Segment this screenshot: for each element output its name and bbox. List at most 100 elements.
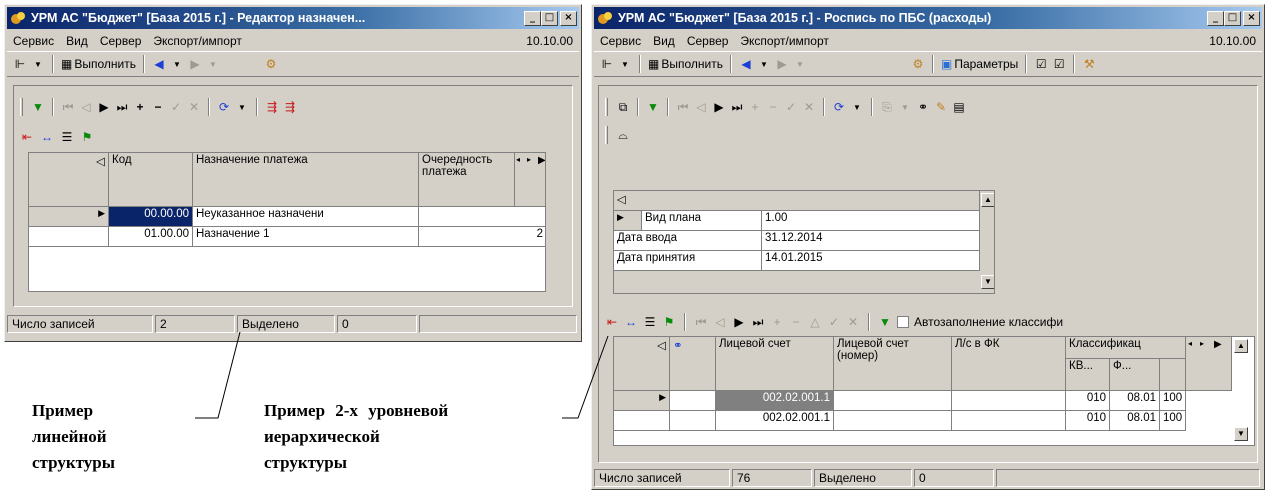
table-cell-fk-account[interactable]	[952, 411, 1066, 431]
row-indicator[interactable]: ▶	[29, 207, 109, 227]
scroll-right-icon[interactable]: ▸	[1200, 339, 1204, 348]
delete-record-icon[interactable]: −	[151, 98, 165, 116]
table-cell-account-number[interactable]	[834, 411, 952, 431]
back-icon[interactable]: ◀	[152, 55, 166, 73]
next-record-icon[interactable]: ▶	[712, 98, 726, 116]
form-value-plan-type[interactable]: 1.00	[762, 211, 980, 231]
column-header-code[interactable]: Код	[109, 153, 193, 207]
dropdown-icon[interactable]: ▼	[170, 55, 184, 73]
dropdown-icon[interactable]: ▼	[31, 55, 45, 73]
table-cell-account[interactable]: 002.02.001.1	[716, 411, 834, 431]
table-cell-account[interactable]: 002.02.001.1	[716, 391, 834, 411]
insert-icon[interactable]: ⇤	[20, 128, 34, 146]
column-header-classification[interactable]: Классификац	[1066, 337, 1186, 359]
column-header-priority[interactable]: Очередность платежа	[419, 153, 515, 207]
add-record-icon[interactable]: +	[770, 313, 784, 331]
cancel-icon[interactable]: ✕	[846, 313, 860, 331]
link-column-header[interactable]: ⚭	[670, 337, 716, 391]
check-all-icon[interactable]: ☑	[1052, 55, 1066, 73]
filter-icon[interactable]: ▼	[31, 98, 45, 116]
cancel-icon[interactable]: ✕	[802, 98, 816, 116]
insert-icon[interactable]: ⇤	[605, 313, 619, 331]
row-indicator[interactable]	[614, 411, 670, 431]
first-record-icon[interactable]: ⏮	[694, 313, 708, 331]
table-cell-extra[interactable]: 100	[1160, 391, 1186, 411]
close-button[interactable]: ×	[1243, 10, 1260, 26]
minimize-button[interactable]: _	[524, 10, 541, 26]
confirm-icon[interactable]: ✓	[169, 98, 183, 116]
scroll-left-icon[interactable]: ◂	[516, 155, 520, 164]
check-icon[interactable]: ☑	[1034, 55, 1048, 73]
filter-icon[interactable]: ▼	[646, 98, 660, 116]
table-cell-f[interactable]: 08.01	[1110, 411, 1160, 431]
document-icon[interactable]: ⎘	[880, 98, 894, 116]
list-icon[interactable]: ☰	[643, 313, 657, 331]
dropdown-icon[interactable]: ▼	[235, 98, 249, 116]
run-button[interactable]: ▦ Выполнить	[61, 57, 136, 71]
autofill-checkbox[interactable]	[897, 316, 909, 328]
prev-record-icon[interactable]: ◁	[713, 313, 727, 331]
right-titlebar[interactable]: УРМ АС "Бюджет" [База 2015 г.] - Роспись…	[594, 7, 1262, 29]
add-record-icon[interactable]: +	[748, 98, 762, 116]
maximize-button[interactable]: □	[541, 10, 558, 26]
confirm-icon[interactable]: ✓	[784, 98, 798, 116]
dropdown-icon[interactable]: ▼	[793, 55, 807, 73]
maximize-button[interactable]: □	[1224, 10, 1241, 26]
prev-record-icon[interactable]: ◁	[79, 98, 93, 116]
next-record-icon[interactable]: ▶	[97, 98, 111, 116]
table-cell-code[interactable]: 01.00.00	[109, 227, 193, 247]
delete-record-icon[interactable]: −	[766, 98, 780, 116]
tree-icon[interactable]: ⊩	[600, 55, 614, 73]
left-titlebar[interactable]: УРМ АС "Бюджет" [База 2015 г.] - Редакто…	[7, 7, 579, 29]
tree-icon[interactable]: ⊩	[13, 55, 27, 73]
menu-service[interactable]: Сервис	[594, 34, 647, 48]
row-indicator[interactable]: ▶	[614, 391, 670, 411]
form-scroll-down[interactable]: ▼	[981, 275, 994, 289]
confirm-icon[interactable]: ✓	[827, 313, 841, 331]
sub-header-f[interactable]: Ф...	[1110, 359, 1160, 391]
close-button[interactable]: ×	[560, 10, 577, 26]
add-record-icon[interactable]: +	[133, 98, 147, 116]
next-record-icon[interactable]: ▶	[732, 313, 746, 331]
form-value-entry-date[interactable]: 31.12.2014	[762, 231, 980, 251]
prev-record-icon[interactable]: ◁	[694, 98, 708, 116]
table-cell-account-number[interactable]	[834, 391, 952, 411]
export-icon[interactable]: ⇶	[265, 98, 279, 116]
parameters-button[interactable]: ▣ Параметры	[941, 57, 1018, 71]
refresh-icon[interactable]: ⟳	[217, 98, 231, 116]
menu-service[interactable]: Сервис	[7, 34, 60, 48]
table-cell-kv[interactable]: 010	[1066, 411, 1110, 431]
table-cell-link[interactable]	[670, 391, 716, 411]
table-cell-priority[interactable]: 2	[419, 227, 545, 247]
table-cell-kv[interactable]: 010	[1066, 391, 1110, 411]
run-button[interactable]: ▦ Выполнить	[648, 57, 723, 71]
last-record-icon[interactable]: ⏭	[730, 98, 744, 116]
filter-tree-icon[interactable]: ▼	[878, 313, 892, 331]
forward-icon[interactable]: ▶	[775, 55, 789, 73]
last-record-icon[interactable]: ⏭	[751, 313, 765, 331]
column-header-account-number[interactable]: Лицевой счет (номер)	[834, 337, 952, 391]
row-indicator[interactable]	[29, 227, 109, 247]
table-cell-link[interactable]	[670, 411, 716, 431]
import-icon[interactable]: ⇶	[283, 98, 297, 116]
table-cell-code[interactable]: 00.00.00	[109, 207, 193, 227]
sub-header-extra[interactable]	[1160, 359, 1186, 391]
menu-view[interactable]: Вид	[60, 34, 94, 48]
table-cell-priority[interactable]	[419, 207, 545, 227]
expand-right-icon[interactable]: ▶	[1214, 339, 1222, 350]
form-scroll-up[interactable]: ▲	[981, 193, 994, 207]
up-icon[interactable]: △	[808, 313, 822, 331]
header-scroll-area[interactable]: ◂ ▸ ▶	[515, 153, 545, 207]
delete-record-icon[interactable]: −	[789, 313, 803, 331]
menu-server[interactable]: Сервер	[94, 34, 148, 48]
copy-icon[interactable]: ⧉	[616, 98, 630, 116]
glasses-icon[interactable]: ⌓	[616, 126, 630, 144]
table-cell-extra[interactable]: 100	[1160, 411, 1186, 431]
link-icon[interactable]: ↔	[40, 128, 54, 146]
menu-export-import[interactable]: Экспорт/импорт	[147, 34, 247, 48]
table-cell-fk-account[interactable]	[952, 391, 1066, 411]
row-indicator[interactable]: ▶	[614, 211, 642, 231]
column-header-account[interactable]: Лицевой счет	[716, 337, 834, 391]
menu-view[interactable]: Вид	[647, 34, 681, 48]
menu-server[interactable]: Сервер	[681, 34, 735, 48]
